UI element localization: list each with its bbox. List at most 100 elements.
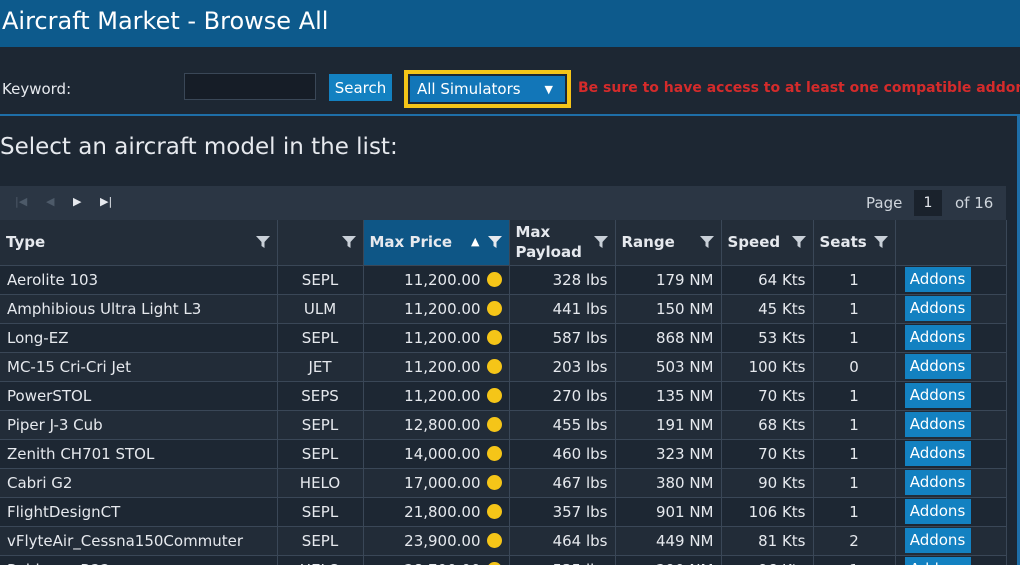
cell-max-price: 23,900.00 [363,525,510,555]
first-page-icon[interactable]: |◀ [15,195,27,208]
aircraft-grid: Type Max Price ▲ Max Payload Range Speed… [0,220,1007,565]
column-header-label: Type [6,233,46,252]
cell-max-price: 11,200.00 [363,293,510,323]
coin-icon [486,300,502,316]
column-header-category[interactable] [277,220,364,265]
cell-range: 380 NM [615,467,722,497]
filter-icon[interactable] [699,235,714,249]
cell-range: 150 NM [615,293,722,323]
column-header-max-price[interactable]: Max Price ▲ [363,220,510,265]
price-value: 11,200.00 [404,270,481,289]
table-row[interactable]: Zenith CH701 STOL SEPL 14,000.00 460 lbs… [0,438,1007,468]
price-value: 21,800.00 [404,502,481,521]
table-row[interactable]: Long-EZ SEPL 11,200.00 587 lbs 868 NM 53… [0,322,1007,352]
cell-type: vFlyteAir_Cessna150Commuter [0,525,278,555]
cell-seats: 1 [813,409,896,439]
cell-speed: 68 Kts [721,409,814,439]
price-value: 11,200.00 [404,386,481,405]
price-value: 11,200.00 [404,299,481,318]
cell-category: SEPL [277,496,364,526]
column-header-speed[interactable]: Speed [721,220,814,265]
next-page-icon[interactable]: ▶ [73,195,81,208]
price-value: 17,000.00 [404,473,481,492]
filter-icon[interactable] [593,235,608,249]
aircraft-table: Type Max Price ▲ Max Payload Range Speed… [0,220,1007,565]
column-header-type[interactable]: Type [0,220,278,265]
cell-max-payload: 535 lbs [509,554,616,565]
column-header-label: Seats [819,233,867,252]
search-bar: Keyword: Search All Simulators ▼ Be sure… [0,47,1020,119]
cell-category: SEPL [277,264,364,294]
column-header-max-payload[interactable]: Max Payload [509,220,616,265]
filter-icon[interactable] [791,235,806,249]
filter-icon[interactable] [255,235,270,249]
addons-button[interactable]: Addons [904,383,971,408]
table-row[interactable]: vFlyteAir_Cessna150Commuter SEPL 23,900.… [0,525,1007,555]
table-row[interactable]: Aerolite 103 SEPL 11,200.00 328 lbs 179 … [0,264,1007,294]
section-heading: Select an aircraft model in the list: [0,134,398,160]
keyword-input[interactable] [184,73,316,100]
column-header-seats[interactable]: Seats [813,220,896,265]
cell-actions: Addons [895,438,1007,468]
last-page-icon[interactable]: ▶| [100,195,112,208]
page-number-input[interactable]: 1 [914,190,942,216]
cell-speed: 64 Kts [721,264,814,294]
cell-seats: 1 [813,438,896,468]
page-title: Aircraft Market - Browse All [2,7,329,35]
cell-speed: 96 Kts [721,554,814,565]
filter-icon[interactable] [487,235,502,249]
cell-speed: 53 Kts [721,322,814,352]
cell-category: SEPS [277,380,364,410]
cell-range: 191 NM [615,409,722,439]
cell-seats: 2 [813,525,896,555]
search-button[interactable]: Search [329,74,392,101]
price-value: 11,200.00 [404,357,481,376]
cell-type: Zenith CH701 STOL [0,438,278,468]
addons-button[interactable]: Addons [904,499,971,524]
price-value: 12,800.00 [404,415,481,434]
addons-button[interactable]: Addons [904,354,971,379]
filter-icon[interactable] [873,235,888,249]
cell-speed: 90 Kts [721,467,814,497]
addons-button[interactable]: Addons [904,441,971,466]
cell-max-price: 11,200.00 [363,380,510,410]
cell-speed: 81 Kts [721,525,814,555]
cell-max-payload: 328 lbs [509,264,616,294]
addons-button[interactable]: Addons [904,325,971,350]
chevron-down-icon[interactable]: ▼ [545,83,553,96]
cell-actions: Addons [895,496,1007,526]
simulator-select[interactable]: All Simulators ▼ [404,70,571,108]
table-row[interactable]: PowerSTOL SEPS 11,200.00 270 lbs 135 NM … [0,380,1007,410]
column-header-range[interactable]: Range [615,220,722,265]
simulator-select-box[interactable]: All Simulators ▼ [410,76,565,102]
prev-page-icon[interactable]: ◀ [46,195,54,208]
pager-bar: |◀ ◀ ▶ ▶| Page 1 of 16 [0,186,1006,220]
filter-icon[interactable] [341,235,356,249]
cell-type: Cabri G2 [0,467,278,497]
addons-button[interactable]: Addons [904,470,971,495]
addons-button[interactable]: Addons [904,296,971,321]
cell-speed: 70 Kts [721,380,814,410]
addons-button[interactable]: Addons [904,528,971,553]
cell-range: 290 NM [615,554,722,565]
cell-actions: Addons [895,380,1007,410]
table-row[interactable]: Amphibious Ultra Light L3 ULM 11,200.00 … [0,293,1007,323]
cell-max-payload: 464 lbs [509,525,616,555]
table-row[interactable]: Piper J-3 Cub SEPL 12,800.00 455 lbs 191… [0,409,1007,439]
addons-button[interactable]: Addons [904,412,971,437]
cell-speed: 70 Kts [721,438,814,468]
table-row[interactable]: FlightDesignCT SEPL 21,800.00 357 lbs 90… [0,496,1007,526]
coin-icon [486,358,502,374]
addons-button[interactable]: Addons [904,267,971,292]
cell-max-price: 12,800.00 [363,409,510,439]
cell-type: MC-15 Cri-Cri Jet [0,351,278,381]
column-header-label: Max Price [369,233,453,252]
cell-range: 135 NM [615,380,722,410]
table-row[interactable]: Robinson R22 HELO 28,700.00 535 lbs 290 … [0,554,1007,565]
table-row[interactable]: MC-15 Cri-Cri Jet JET 11,200.00 203 lbs … [0,351,1007,381]
table-row[interactable]: Cabri G2 HELO 17,000.00 467 lbs 380 NM 9… [0,467,1007,497]
cell-range: 503 NM [615,351,722,381]
cell-seats: 0 [813,351,896,381]
addons-button[interactable]: Addons [904,557,971,565]
cell-seats: 1 [813,380,896,410]
